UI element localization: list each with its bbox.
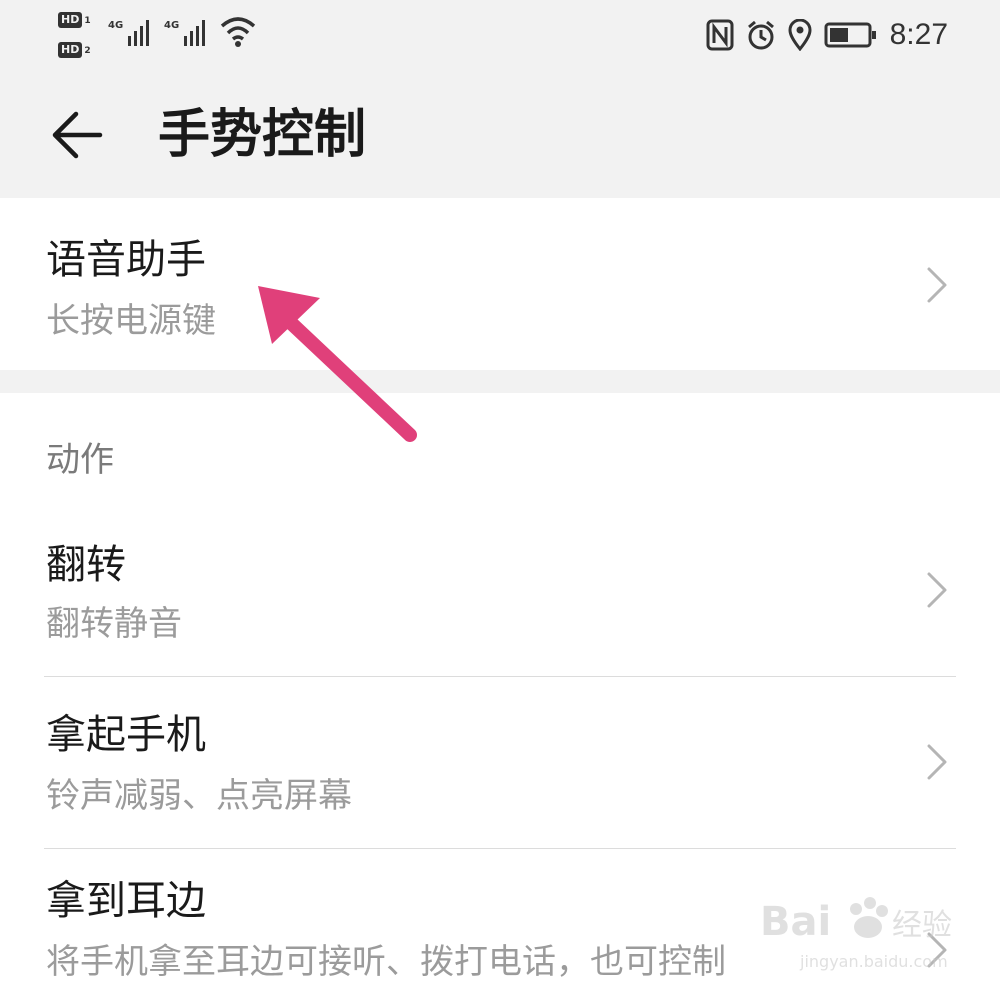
item-subtitle: 铃声减弱、点亮屏幕: [46, 776, 352, 816]
status-right: 8:27: [706, 18, 948, 52]
annotation-arrow-icon: [258, 286, 417, 442]
hd-label: HD: [58, 12, 83, 28]
back-arrow-icon[interactable]: [50, 110, 104, 160]
item-subtitle: 翻转静音: [46, 604, 182, 644]
page-title: 手势控制: [158, 105, 367, 165]
baidu-jingyan-watermark: Bai 经验 jingyan.baidu.com: [760, 897, 952, 971]
list-item-pick-up[interactable]: 拿起手机 铃声减弱、点亮屏幕: [0, 677, 1000, 847]
chevron-right-icon: [927, 572, 947, 608]
network-type: 4G: [164, 20, 180, 31]
voice-assistant-card: 语音助手 长按电源键: [0, 198, 1000, 370]
app-header: 手势控制: [0, 70, 1000, 198]
hd-sim2: HD 2: [58, 38, 92, 58]
nfc-icon: [706, 19, 734, 51]
network-type: 4G: [108, 20, 124, 31]
item-subtitle: 将手机拿至耳边可接听、拨打电话，也可控制: [46, 942, 726, 982]
svg-text:Bai: Bai: [760, 899, 831, 945]
voice-assistant-item[interactable]: 语音助手 长按电源键: [0, 198, 1000, 370]
sim-number: 2: [84, 46, 91, 56]
list-item-flip[interactable]: 翻转 翻转静音: [0, 515, 1000, 675]
item-title: 翻转: [46, 542, 126, 588]
item-subtitle: 长按电源键: [46, 301, 216, 341]
item-title: 语音助手: [46, 237, 206, 283]
svg-text:jingyan.baidu.com: jingyan.baidu.com: [799, 952, 948, 971]
alarm-icon: [747, 20, 774, 50]
item-title: 拿起手机: [46, 712, 206, 758]
section-title: 动作: [46, 440, 114, 480]
item-title: 拿到耳边: [46, 878, 206, 924]
chevron-right-icon: [927, 744, 947, 780]
wifi-icon: [220, 17, 256, 47]
hd-label: HD: [58, 42, 83, 58]
sim-number: 1: [84, 16, 91, 26]
clock: 8:27: [889, 18, 948, 51]
status-bar: HD 1 HD 2 4G 4G 8:27: [0, 0, 1000, 70]
location-icon: [788, 19, 812, 51]
hd-sim1: HD 1: [58, 8, 92, 28]
svg-text:经验: 经验: [892, 908, 952, 943]
chevron-right-icon: [927, 267, 947, 303]
battery-icon: [824, 22, 876, 48]
